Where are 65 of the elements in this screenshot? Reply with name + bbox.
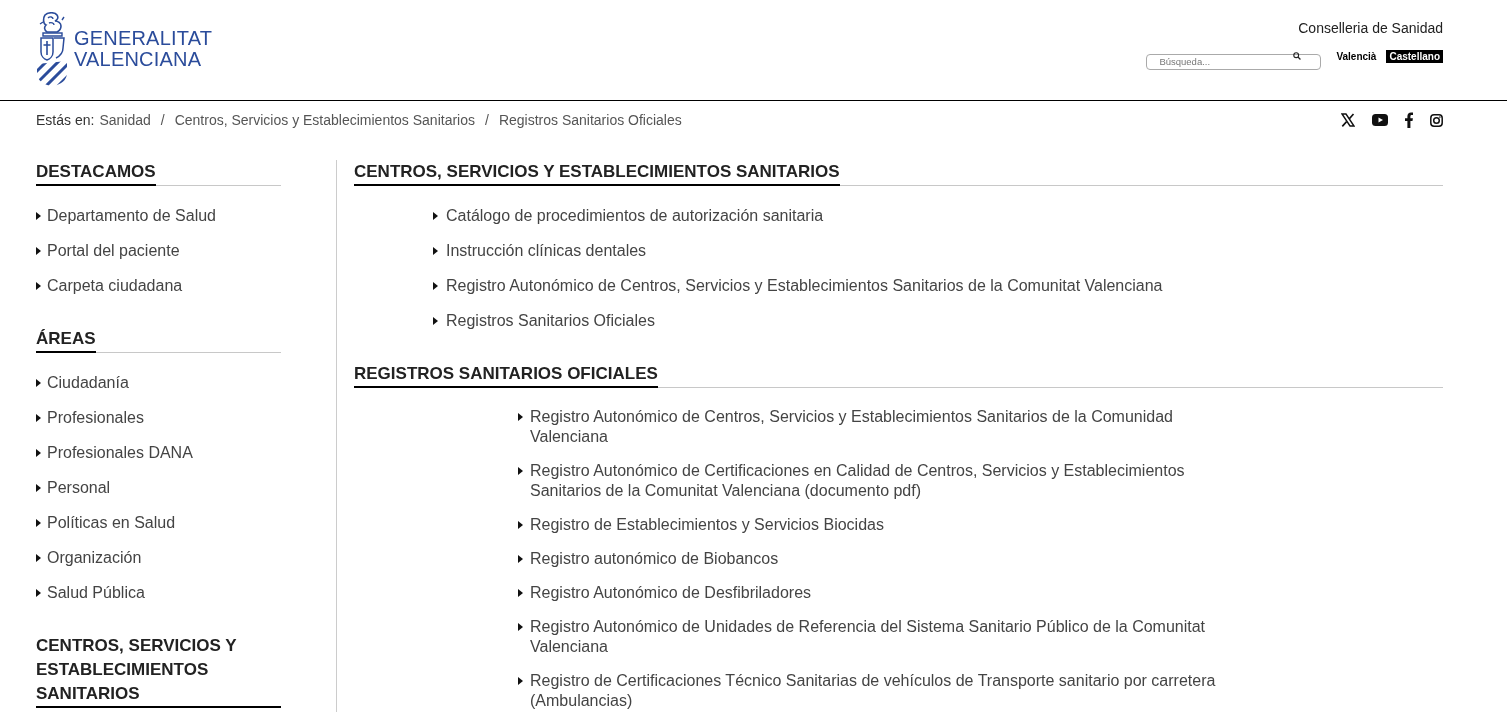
list-link[interactable]: Carpeta ciudadana xyxy=(47,276,183,296)
play-button-icon[interactable] xyxy=(1372,114,1388,126)
triangle-bullet-icon xyxy=(518,413,523,421)
triangle-bullet-icon xyxy=(36,282,41,290)
list-link[interactable]: Personal xyxy=(47,478,111,498)
list-link[interactable]: Organización xyxy=(47,548,142,568)
list-link[interactable]: Salud Pública xyxy=(47,583,145,603)
breadcrumb-label: Estás en: xyxy=(36,111,95,129)
triangle-bullet-icon xyxy=(433,247,438,255)
list-link[interactable]: Portal del paciente xyxy=(47,241,180,261)
list-link[interactable]: Registro de Certificaciones Técnico Sanitarias de vehículos de Transporte sanitario por carretera (Ambulancias) xyxy=(530,671,1220,711)
triangle-bullet-icon xyxy=(36,212,41,220)
language-option[interactable]: Castellano xyxy=(1386,49,1443,63)
breadcrumb-link[interactable]: Registros Sanitarios Oficiales xyxy=(498,111,682,129)
language-option[interactable]: Valencià xyxy=(1336,49,1377,63)
list-link[interactable]: Registro Autonómico de Unidades de Referencia del Sistema Sanitario Público de la Comunitat Valenciana xyxy=(530,617,1220,657)
triangle-bullet-icon xyxy=(36,449,41,457)
list-link[interactable]: Registros Sanitarios Oficiales xyxy=(446,311,655,331)
triangle-bullet-icon xyxy=(36,519,41,527)
list-link[interactable]: Catálogo de procedimientos de autorización sanitaria xyxy=(446,206,824,226)
list-link[interactable]: Registro autonómico de Biobancos xyxy=(530,549,779,569)
facebook-f-icon[interactable] xyxy=(1405,112,1413,128)
section-heading: DESTACAMOS xyxy=(36,160,156,186)
section-heading: CENTROS, SERVICIOS Y ESTABLECIMIENTOS SANITARIOS xyxy=(354,160,840,186)
list-link[interactable]: Profesionales xyxy=(47,408,144,428)
triangle-bullet-icon xyxy=(518,677,523,685)
crest-icon xyxy=(36,12,68,86)
breadcrumb-separator: / xyxy=(485,111,489,129)
logo-text: VALENCIANA xyxy=(74,49,203,70)
triangle-bullet-icon xyxy=(36,554,41,562)
triangle-bullet-icon xyxy=(433,282,438,290)
x-logo-icon[interactable] xyxy=(1341,113,1355,127)
list-link[interactable]: Registro de Establecimientos y Servicios Biocidas xyxy=(530,515,884,535)
triangle-bullet-icon xyxy=(518,555,523,563)
search-field[interactable]: Búsqueda... xyxy=(1146,53,1322,70)
logo-text: GENERALITAT xyxy=(74,28,213,49)
breadcrumb-separator: / xyxy=(160,111,165,129)
breadcrumb-link[interactable]: Centros, Servicios y Establecimientos Sanitarios xyxy=(174,111,475,129)
list-link[interactable]: Registro Autonómico de Desfibriladores xyxy=(530,583,812,603)
triangle-bullet-icon xyxy=(518,623,523,631)
list-link[interactable]: Profesionales DANA xyxy=(47,443,193,463)
triangle-bullet-icon xyxy=(518,467,523,475)
list-link[interactable]: Registro Autonómico de Centros, Servicios y Establecimientos Sanitarios de la Comunitat Valenciana xyxy=(446,276,1163,296)
list-link[interactable]: Políticas en Salud xyxy=(47,513,176,533)
triangle-bullet-icon xyxy=(36,484,41,492)
section-heading: REGISTROS SANITARIOS OFICIALES xyxy=(354,362,658,388)
list-link[interactable]: Departamento de Salud xyxy=(47,206,216,226)
list-link[interactable]: Instrucción clínicas dentales xyxy=(446,241,647,261)
breadcrumb-link[interactable]: Sanidad xyxy=(99,111,151,129)
triangle-bullet-icon xyxy=(36,247,41,255)
triangle-bullet-icon xyxy=(36,379,41,387)
search-icon[interactable] xyxy=(1293,52,1302,60)
triangle-bullet-icon xyxy=(36,589,41,597)
camera-outline-icon[interactable] xyxy=(1430,113,1443,127)
triangle-bullet-icon xyxy=(518,589,523,597)
list-link[interactable]: Registro Autonómico de Centros, Servicios y Establecimientos Sanitarios de la Comunidad Valenciana xyxy=(530,407,1220,447)
department-name: Conselleria de Sanidad xyxy=(1298,19,1443,37)
section-heading: ÁREAS xyxy=(36,327,96,353)
triangle-bullet-icon xyxy=(518,521,523,529)
triangle-bullet-icon xyxy=(433,212,438,220)
list-link[interactable]: Registro Autonómico de Certificaciones en Calidad de Centros, Servicios y Establecimientos Sanitarios de la Comunitat Valenciana (documento pdf) xyxy=(530,461,1220,501)
section-heading: CENTROS, SERVICIOS Y ESTABLECIMIENTOS SANITARIOS xyxy=(36,634,281,708)
list-link[interactable]: Ciudadanía xyxy=(47,373,129,393)
triangle-bullet-icon xyxy=(433,317,438,325)
triangle-bullet-icon xyxy=(36,414,41,422)
